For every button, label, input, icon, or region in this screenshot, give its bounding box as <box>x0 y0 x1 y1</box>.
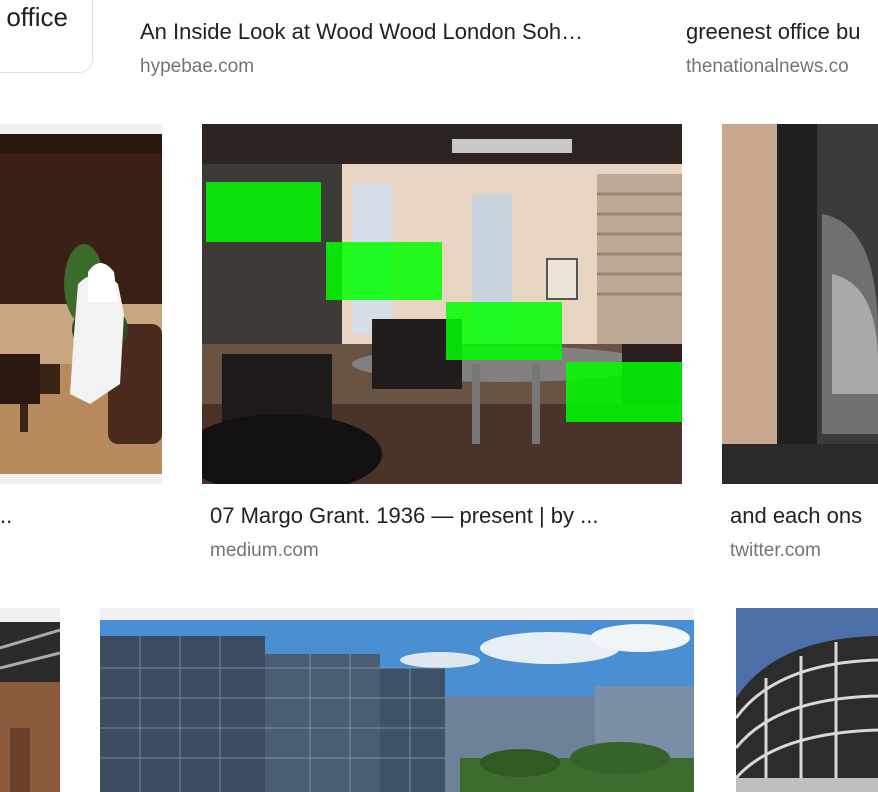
result-title[interactable]: An Inside Look at Wood Wood London Soh… <box>140 18 632 46</box>
image-result-thumbnail[interactable] <box>0 124 162 484</box>
search-chip-office[interactable]: office <box>0 0 93 73</box>
image-result-thumbnail[interactable] <box>736 608 878 792</box>
image-result-thumbnail[interactable] <box>0 608 60 792</box>
result-source[interactable]: twitter.com <box>730 539 878 563</box>
result-title[interactable]: 07 Margo Grant. 1936 — present | by ... <box>210 502 680 530</box>
result-source[interactable]: hypebae.com <box>140 55 440 79</box>
round-tower-photo <box>736 608 878 792</box>
meeting-room-photo <box>0 134 162 474</box>
result-title[interactable]: greenest office bu <box>686 18 878 46</box>
glass-buildings-photo <box>100 620 694 792</box>
result-title[interactable]: .. <box>0 502 20 530</box>
image-result-thumbnail[interactable] <box>722 124 878 484</box>
result-source[interactable]: medium.com <box>210 539 510 563</box>
image-result-thumbnail[interactable] <box>100 608 694 792</box>
office-photo <box>202 124 682 484</box>
curved-interior-photo <box>722 124 878 484</box>
chip-label: office <box>6 2 68 32</box>
brick-building-photo <box>0 622 60 792</box>
result-title[interactable]: and each ons <box>730 502 878 530</box>
image-result-thumbnail[interactable] <box>202 124 682 484</box>
result-source[interactable]: thenationalnews.co <box>686 55 878 79</box>
